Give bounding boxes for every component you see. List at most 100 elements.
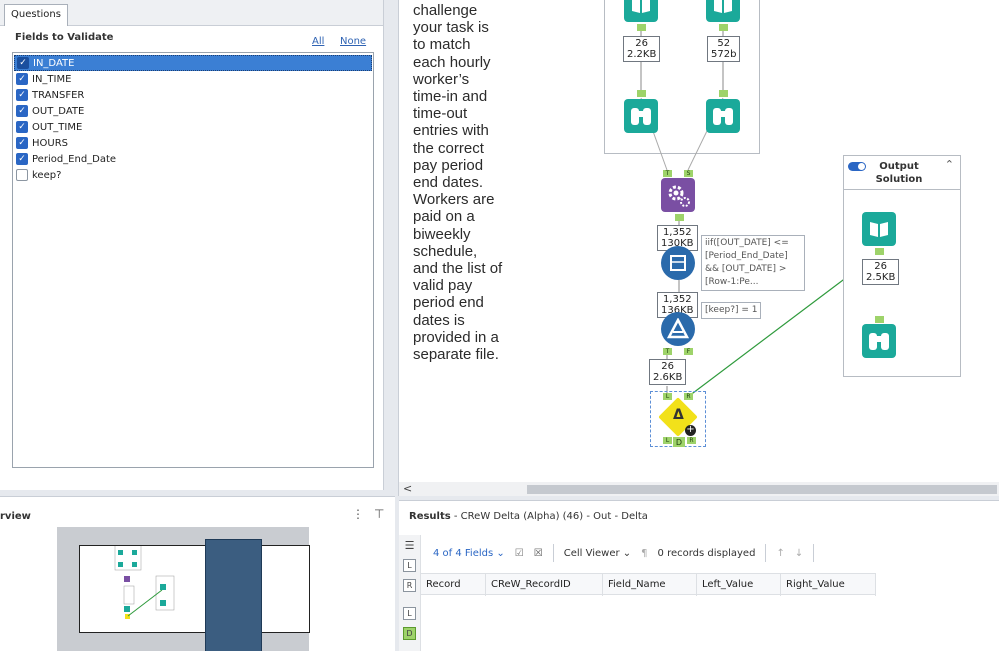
- input-anchor[interactable]: [719, 90, 728, 97]
- output-anchor[interactable]: [875, 248, 884, 255]
- list-icon[interactable]: ☰: [403, 539, 416, 552]
- source-anchor[interactable]: S: [684, 170, 693, 177]
- left-output-icon[interactable]: L: [403, 607, 416, 620]
- delta-output-anchor[interactable]: D: [673, 437, 685, 447]
- field-label: OUT_TIME: [32, 121, 83, 133]
- field-label: Period_End_Date: [32, 153, 117, 165]
- field-row-out-date[interactable]: ✓ OUT_DATE: [14, 103, 372, 119]
- field-label: IN_TIME: [32, 73, 72, 85]
- field-row-period-end-date[interactable]: ✓ Period_End_Date: [14, 151, 372, 167]
- column-header[interactable]: Field_Name: [603, 574, 697, 596]
- select-all-link[interactable]: All: [312, 36, 324, 47]
- pilcrow-icon[interactable]: ¶: [641, 548, 647, 559]
- alteryx-window: Questions Fields to Validate All None ✓ I…: [0, 0, 999, 651]
- checkbox-keep[interactable]: [16, 169, 28, 181]
- right-output-anchor[interactable]: R: [687, 437, 696, 444]
- scroll-left-icon[interactable]: <: [403, 482, 412, 495]
- fields-list[interactable]: ✓ IN_DATE ✓ IN_TIME ✓ TRANSFER ✓ OUT_DATE ✓ O…: [12, 52, 374, 468]
- select-none-link[interactable]: None: [340, 36, 366, 47]
- toolbar-divider: [765, 544, 767, 562]
- field-label: OUT_DATE: [32, 105, 85, 117]
- workflow-canvas[interactable]: challenge your task is to match each hou…: [398, 0, 999, 496]
- output-solution-container[interactable]: Output Solution ⌃: [843, 155, 961, 377]
- field-row-hours[interactable]: ✓ HOURS: [14, 135, 372, 151]
- arrow-up-icon[interactable]: ↑: [776, 548, 784, 559]
- gears-icon: [668, 185, 690, 207]
- data-size: 2.5KB: [866, 272, 896, 283]
- overview-scroll-region[interactable]: [205, 539, 262, 651]
- right-input-anchor[interactable]: R: [684, 393, 693, 400]
- checkbox-in-date[interactable]: ✓: [17, 57, 29, 69]
- checkbox-out-time[interactable]: ✓: [16, 121, 28, 133]
- overview-title: rview: [0, 511, 31, 522]
- field-row-keep[interactable]: keep?: [14, 167, 372, 183]
- chevron-down-icon: ⌄: [622, 547, 632, 559]
- more-options-icon[interactable]: ⋮: [352, 507, 364, 521]
- cell-viewer-dropdown[interactable]: Cell Viewer ⌄: [564, 548, 631, 559]
- multi-row-formula-icon: [670, 255, 686, 271]
- field-row-in-date[interactable]: ✓ IN_DATE: [14, 55, 372, 71]
- results-toolbar: 4 of 4 Fields ⌄ ☑ ☒ Cell Viewer ⌄ ¶ 0 re…: [421, 535, 999, 571]
- checkbox-out-date[interactable]: ✓: [16, 105, 28, 117]
- column-header[interactable]: CReW_RecordID: [486, 574, 603, 596]
- column-header[interactable]: Right_Value: [781, 574, 876, 596]
- field-row-out-time[interactable]: ✓ OUT_TIME: [14, 119, 372, 135]
- column-header[interactable]: Record: [421, 574, 486, 596]
- multi-row-formula-tool[interactable]: [661, 246, 695, 280]
- binoculars-icon: [713, 108, 733, 125]
- delta-icon: Δ: [673, 407, 684, 423]
- output-anchor[interactable]: [675, 214, 684, 221]
- browse-tool-solution[interactable]: [862, 324, 896, 358]
- left-output-anchor[interactable]: L: [663, 437, 672, 444]
- chevron-up-icon[interactable]: ⌃: [945, 158, 954, 171]
- output-anchor[interactable]: [719, 24, 728, 31]
- pin-icon[interactable]: ⊤: [374, 507, 384, 521]
- field-label: HOURS: [32, 137, 69, 149]
- checkbox-in-time[interactable]: ✓: [16, 73, 28, 85]
- book-icon: [714, 0, 732, 13]
- delta-output-icon[interactable]: D: [403, 627, 416, 640]
- add-icon[interactable]: +: [685, 425, 696, 436]
- input-data-tool-right[interactable]: [706, 0, 740, 22]
- results-source: - CReW Delta (Alpha) (46) - Out - Delta: [450, 511, 648, 522]
- output-anchor[interactable]: [637, 24, 646, 31]
- record-count-badge: 52 572b: [707, 36, 741, 62]
- field-row-in-time[interactable]: ✓ IN_TIME: [14, 71, 372, 87]
- input-data-tool-solution[interactable]: [862, 212, 896, 246]
- false-anchor[interactable]: F: [684, 348, 693, 355]
- edit-icon[interactable]: ☑: [515, 548, 524, 559]
- record-count: 1,352: [662, 227, 692, 238]
- canvas-horizontal-scrollbar[interactable]: <: [399, 482, 999, 496]
- overview-viewport[interactable]: [79, 539, 310, 633]
- browse-tool-left[interactable]: [624, 99, 658, 133]
- results-side-toolbar: ☰ L R L D: [399, 535, 421, 651]
- filter-tool[interactable]: [661, 312, 695, 346]
- left-anchor-icon[interactable]: L: [403, 559, 416, 572]
- record-count-badge: 26 2.6KB: [649, 359, 687, 385]
- left-input-anchor[interactable]: L: [663, 393, 672, 400]
- tab-questions[interactable]: Questions: [4, 4, 68, 26]
- container-toggle[interactable]: [848, 162, 866, 171]
- input-anchor[interactable]: [875, 316, 884, 323]
- fields-dropdown[interactable]: 4 of 4 Fields ⌄: [433, 548, 505, 559]
- input-data-tool-left[interactable]: [624, 0, 658, 22]
- column-header[interactable]: Left_Value: [697, 574, 781, 596]
- checkbox-hours[interactable]: ✓: [16, 137, 28, 149]
- browse-tool-right[interactable]: [706, 99, 740, 133]
- scroll-thumb[interactable]: [527, 485, 997, 494]
- field-row-transfer[interactable]: ✓ TRANSFER: [14, 87, 372, 103]
- configuration-panel: Questions Fields to Validate All None ✓ I…: [0, 0, 384, 490]
- close-box-icon[interactable]: ☒: [534, 548, 543, 559]
- chevron-down-icon: ⌄: [496, 547, 505, 559]
- field-label: TRANSFER: [32, 89, 85, 101]
- arrow-down-icon[interactable]: ↓: [795, 548, 803, 559]
- checkbox-transfer[interactable]: ✓: [16, 89, 28, 101]
- true-anchor[interactable]: T: [663, 348, 672, 355]
- append-fields-tool[interactable]: [661, 178, 695, 212]
- target-anchor[interactable]: T: [663, 170, 672, 177]
- right-anchor-icon[interactable]: R: [403, 579, 416, 592]
- checkbox-period-end-date[interactable]: ✓: [16, 153, 28, 165]
- formula-annotation: iif([OUT_DATE] <= [Period_End_Date] && […: [701, 235, 805, 291]
- toolbar-divider: [552, 544, 554, 562]
- input-anchor[interactable]: [637, 90, 646, 97]
